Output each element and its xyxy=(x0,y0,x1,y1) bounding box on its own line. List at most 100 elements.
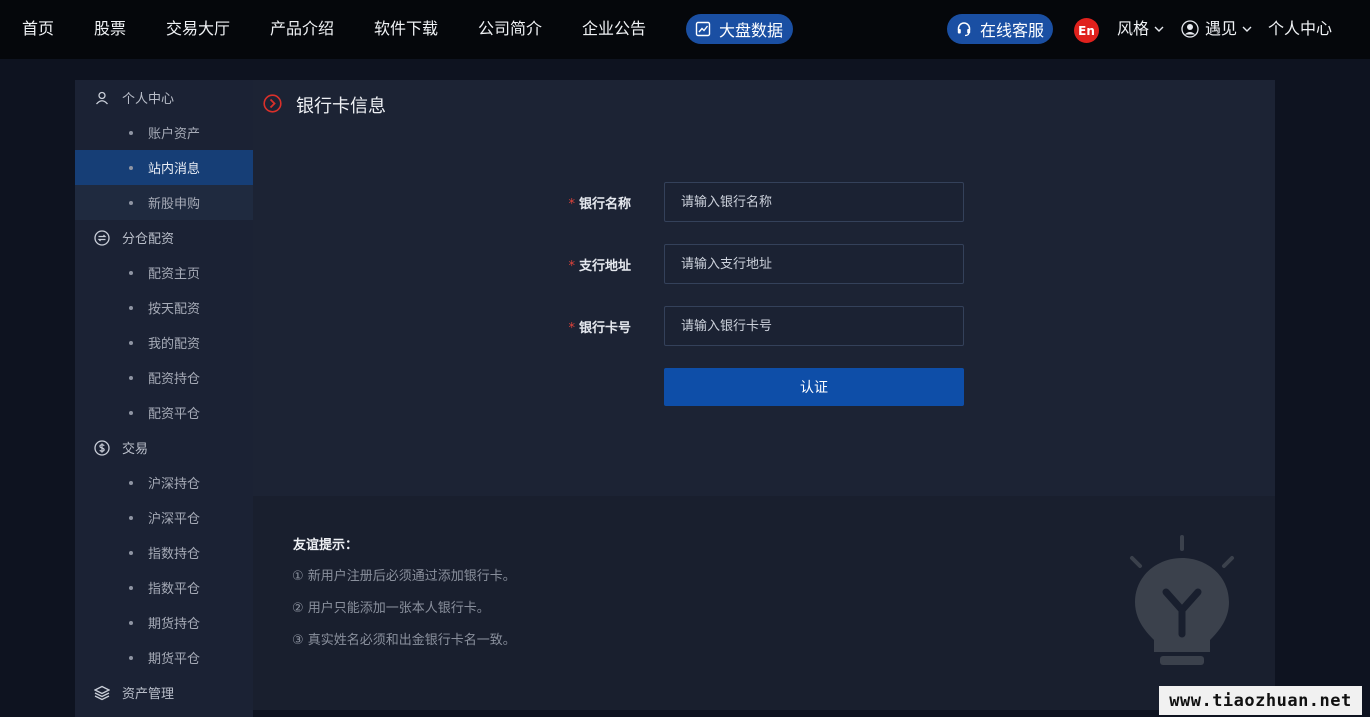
swap-icon xyxy=(94,229,110,246)
bank-card-panel xyxy=(253,80,1275,496)
card-number-label-text: 银行卡号 xyxy=(578,321,631,336)
style-label: 风格 xyxy=(1117,19,1150,38)
online-service-button[interactable]: 在线客服 xyxy=(947,14,1054,44)
sidebar-item-ipo[interactable]: 新股申购 xyxy=(75,185,253,220)
user-avatar-icon xyxy=(1181,20,1199,38)
user-dropdown[interactable]: 遇见 xyxy=(1181,18,1252,40)
sidebar-item-label: 沪深持仓 xyxy=(148,477,201,492)
sidebar-item-margin-positions[interactable]: 配资持仓 xyxy=(75,360,253,395)
sidebar-item-label: 新股申购 xyxy=(148,197,201,212)
bullet xyxy=(129,655,133,660)
verify-button[interactable]: 认证 xyxy=(664,368,964,406)
tip-line-1: ① 新用户注册后必须通过添加银行卡。 xyxy=(292,569,516,584)
play-circle-icon xyxy=(263,94,282,113)
nav-trading-hall[interactable]: 交易大厅 xyxy=(166,18,230,40)
top-navbar: 首页 股票 交易大厅 产品介绍 软件下载 公司简介 企业公告 大盘数据 在线客服… xyxy=(0,0,1370,59)
bullet xyxy=(129,480,133,485)
sidebar-group-label: 交易 xyxy=(122,442,149,457)
layers-icon xyxy=(94,685,110,700)
required-mark: * xyxy=(568,321,575,336)
sidebar-group-asset-management[interactable]: 资产管理 xyxy=(75,675,253,710)
branch-address-label: * 支行地址 xyxy=(511,255,631,274)
big-data-button[interactable]: 大盘数据 xyxy=(686,14,794,44)
bank-name-label-text: 银行名称 xyxy=(578,197,631,212)
bullet xyxy=(129,620,133,625)
required-mark: * xyxy=(568,259,575,274)
style-dropdown[interactable]: 风格 xyxy=(1117,18,1164,40)
nav-products[interactable]: 产品介绍 xyxy=(270,18,334,40)
bullet xyxy=(129,305,133,310)
sidebar-item-label: 我的配资 xyxy=(148,337,201,352)
tips-title: 友谊提示： xyxy=(293,538,359,553)
nav-stocks[interactable]: 股票 xyxy=(94,18,126,40)
sidebar-item-index-closed[interactable]: 指数平仓 xyxy=(75,570,253,605)
sidebar-item-label: 按天配资 xyxy=(148,302,201,317)
sidebar-item-futures-positions[interactable]: 期货持仓 xyxy=(75,605,253,640)
bullet xyxy=(129,270,133,275)
bullet xyxy=(129,410,133,415)
sidebar-group-margin[interactable]: 分仓配资 xyxy=(75,220,253,255)
sidebar-item-a-share-positions[interactable]: 沪深持仓 xyxy=(75,465,253,500)
nav-download[interactable]: 软件下载 xyxy=(374,18,438,40)
sidebar-item-margin-closed[interactable]: 配资平仓 xyxy=(75,395,253,430)
sidebar-item-account-assets[interactable]: 账户资产 xyxy=(75,115,253,150)
sidebar-group-label: 分仓配资 xyxy=(122,232,175,247)
sidebar-item-label: 期货持仓 xyxy=(148,617,201,632)
required-mark: * xyxy=(568,197,575,212)
card-number-label: * 银行卡号 xyxy=(511,317,631,336)
language-switch[interactable]: En xyxy=(1074,18,1099,43)
sidebar-group-trading[interactable]: 交易 xyxy=(75,430,253,465)
bullet xyxy=(129,165,133,170)
sidebar-item-label: 沪深平仓 xyxy=(148,512,201,527)
nav-announcements[interactable]: 企业公告 xyxy=(582,18,646,40)
sidebar-item-margin-home[interactable]: 配资主页 xyxy=(75,255,253,290)
online-service-label: 在线客服 xyxy=(980,21,1045,40)
sidebar-item-label: 期货平仓 xyxy=(148,652,201,667)
sidebar-item-index-positions[interactable]: 指数持仓 xyxy=(75,535,253,570)
sidebar-item-label: 站内消息 xyxy=(148,162,201,177)
nav-home[interactable]: 首页 xyxy=(22,18,54,40)
bullet xyxy=(129,130,133,135)
bullet xyxy=(129,340,133,345)
sidebar-item-label: 指数持仓 xyxy=(148,547,201,562)
chevron-down-icon xyxy=(1242,26,1252,32)
sidebar-item-a-share-closed[interactable]: 沪深平仓 xyxy=(75,500,253,535)
bullet xyxy=(129,375,133,380)
sidebar-item-label: 指数平仓 xyxy=(148,582,201,597)
sidebar-item-futures-closed[interactable]: 期货平仓 xyxy=(75,640,253,675)
bank-name-label: * 银行名称 xyxy=(511,193,631,212)
tip-line-2: ② 用户只能添加一张本人银行卡。 xyxy=(292,601,490,616)
sidebar-group-personal-center[interactable]: 个人中心 xyxy=(75,80,253,115)
sidebar-group-label: 资产管理 xyxy=(122,687,175,702)
sidebar: 个人中心 账户资产 站内消息 新股申购 分仓配资 配资主页 按天配资 我的配资 … xyxy=(75,80,253,717)
username-label: 遇见 xyxy=(1205,19,1238,38)
bullet xyxy=(129,585,133,590)
sidebar-item-label: 配资主页 xyxy=(148,267,201,282)
nav-company[interactable]: 公司简介 xyxy=(478,18,542,40)
watermark: www.tiaozhuan.net xyxy=(1159,686,1362,715)
chevron-down-icon xyxy=(1154,26,1164,32)
headset-icon xyxy=(957,22,971,37)
user-icon xyxy=(96,91,108,104)
big-data-label: 大盘数据 xyxy=(719,21,784,40)
chart-icon xyxy=(695,21,711,37)
sidebar-item-label: 配资持仓 xyxy=(148,372,201,387)
bank-name-input[interactable] xyxy=(664,182,964,222)
tip-line-3: ③ 真实姓名必须和出金银行卡名一致。 xyxy=(292,633,516,648)
sidebar-item-my-margin[interactable]: 我的配资 xyxy=(75,325,253,360)
sidebar-item-label: 配资平仓 xyxy=(148,407,201,422)
branch-address-input[interactable] xyxy=(664,244,964,284)
bullet xyxy=(129,550,133,555)
page-title: 银行卡信息 xyxy=(296,96,386,117)
sidebar-item-label: 账户资产 xyxy=(148,127,201,142)
lightbulb-icon xyxy=(1130,535,1234,665)
card-number-input[interactable] xyxy=(664,306,964,346)
bullet xyxy=(129,200,133,205)
bullet xyxy=(129,515,133,520)
sidebar-group-label: 个人中心 xyxy=(122,92,175,107)
sidebar-item-daily-margin[interactable]: 按天配资 xyxy=(75,290,253,325)
sidebar-item-messages[interactable]: 站内消息 xyxy=(75,150,253,185)
branch-address-label-text: 支行地址 xyxy=(578,259,631,274)
coin-icon xyxy=(94,439,110,456)
nav-personal-center[interactable]: 个人中心 xyxy=(1268,18,1332,40)
